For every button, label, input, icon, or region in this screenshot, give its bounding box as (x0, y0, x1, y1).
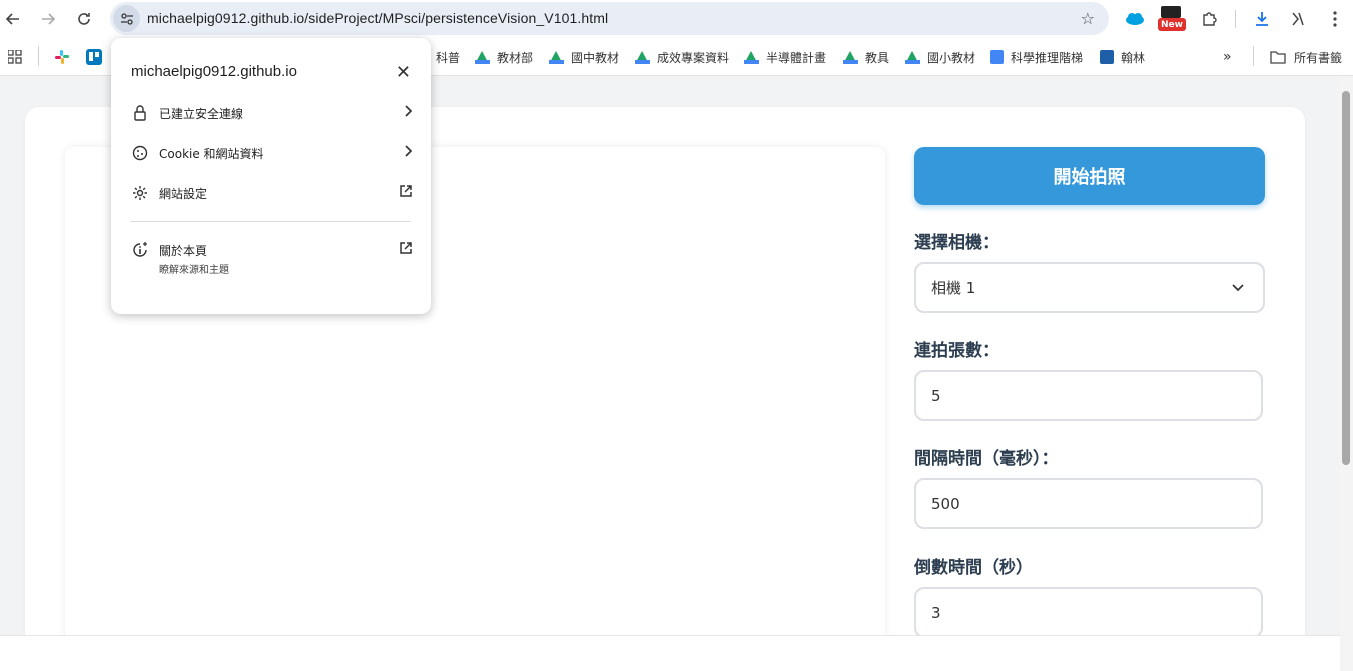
interval-input[interactable]: 500 (914, 478, 1263, 529)
reload-icon[interactable] (72, 7, 96, 31)
address-bar[interactable]: michaelpig0912.github.io/sideProject/MPs… (110, 2, 1109, 35)
cookies-row[interactable]: Cookie 和網站資料 (131, 142, 413, 164)
trello-icon[interactable] (86, 48, 102, 66)
drive-icon (549, 50, 564, 64)
chevron-right-icon (405, 145, 413, 157)
bookmark-star-icon[interactable]: ☆ (1081, 9, 1095, 28)
camera-label: 選擇相機： (914, 233, 999, 253)
bookmarks-divider (38, 46, 39, 66)
burst-count-input[interactable]: 5 (914, 370, 1263, 421)
site-info-popup: michaelpig0912.github.io ✕ 已建立安全連線 Cooki… (111, 38, 431, 314)
cloud-extension-icon[interactable] (1124, 8, 1146, 30)
back-arrow-icon[interactable] (1, 7, 25, 31)
new-badge: New (1158, 18, 1186, 31)
bookmark-item[interactable]: 國中教材 (549, 48, 619, 66)
bottom-bar (0, 635, 1340, 671)
bookmark-item[interactable]: 國小教材 (905, 48, 975, 66)
hanlin-icon (1100, 50, 1114, 64)
drive-icon (744, 50, 759, 64)
cookie-icon (131, 144, 149, 162)
download-icon[interactable] (1251, 8, 1273, 30)
about-page-subtitle: 瞭解來源和主題 (159, 265, 229, 276)
new-extension-icon[interactable]: New (1158, 6, 1186, 31)
drive-icon (635, 50, 650, 64)
lock-icon (131, 104, 149, 122)
toolbar-divider (1235, 10, 1236, 28)
bookmark-item[interactable]: 教材部 (475, 48, 533, 66)
all-bookmarks-folder[interactable]: 所有書籤 (1270, 48, 1342, 66)
site-settings-row[interactable]: 網站設定 (131, 182, 413, 204)
menu-kebab-icon[interactable] (1324, 8, 1346, 30)
popup-domain: michaelpig0912.github.io (131, 63, 297, 80)
countdown-input[interactable]: 3 (914, 587, 1263, 638)
secure-connection-row[interactable]: 已建立安全連線 (131, 102, 413, 124)
url-text[interactable]: michaelpig0912.github.io/sideProject/MPs… (147, 10, 608, 26)
popup-divider (131, 221, 411, 222)
burst-count-label: 連拍張數： (914, 341, 999, 361)
scrollbar-thumb[interactable] (1342, 91, 1350, 465)
camera-select[interactable]: 相機 1 (914, 262, 1265, 313)
bookmark-item[interactable]: 翰林 (1100, 48, 1145, 66)
countdown-label: 倒數時間（秒） (914, 558, 1033, 578)
bookmark-item[interactable]: 半導體計畫 (744, 48, 826, 66)
camera-select-value: 相機 1 (931, 279, 976, 297)
info-sparkle-icon (131, 241, 149, 259)
drive-icon (475, 50, 490, 64)
about-page-row[interactable]: 關於本頁 (131, 239, 413, 261)
gear-icon (131, 184, 149, 202)
drive-icon (905, 50, 920, 64)
bookmarks-divider (1253, 46, 1254, 66)
folder-icon (1270, 51, 1286, 64)
docs-icon (990, 50, 1004, 64)
bookmark-item[interactable]: 科普 (436, 48, 460, 66)
interval-label: 間隔時間（毫秒）： (914, 449, 1059, 469)
profile-icon[interactable] (1287, 8, 1309, 30)
forward-arrow-icon[interactable] (36, 7, 60, 31)
start-capture-button[interactable]: 開始拍照 (914, 147, 1265, 205)
site-info-icon[interactable] (113, 5, 140, 32)
slack-icon[interactable] (54, 48, 70, 66)
external-link-icon (400, 242, 412, 254)
bookmark-item[interactable]: 成效專案資料 (635, 48, 729, 66)
browser-toolbar: michaelpig0912.github.io/sideProject/MPs… (0, 0, 1353, 38)
external-link-icon (400, 185, 412, 197)
more-bookmarks-chevron-icon[interactable]: » (1223, 48, 1232, 66)
bookmark-item[interactable]: 教具 (843, 48, 889, 66)
drive-icon (843, 50, 858, 64)
page-scrollbar[interactable] (1340, 77, 1353, 671)
chevron-down-icon (1232, 284, 1244, 292)
close-icon[interactable]: ✕ (396, 62, 411, 83)
chevron-right-icon (405, 105, 413, 117)
extensions-puzzle-icon[interactable] (1198, 8, 1220, 30)
apps-grid-icon[interactable] (8, 48, 22, 66)
bookmark-item[interactable]: 科學推理階梯 (990, 48, 1083, 66)
